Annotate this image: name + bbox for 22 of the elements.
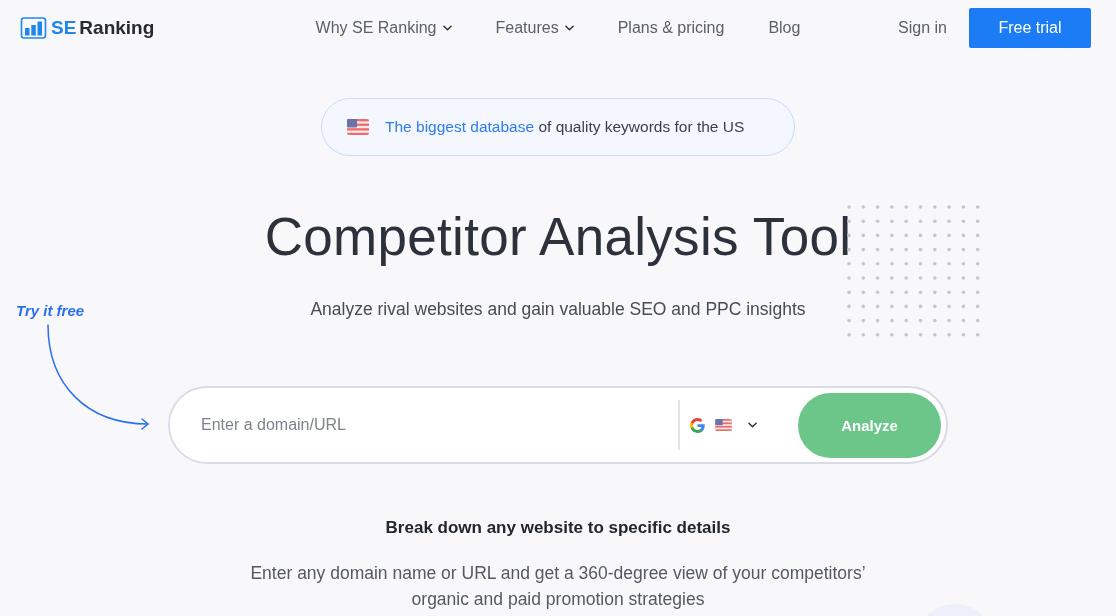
page-title: Competitor Analysis Tool [264, 206, 852, 268]
chevron-down-icon [748, 422, 757, 428]
bar-chart-icon [20, 16, 47, 39]
nav-link[interactable]: Blog [768, 18, 801, 37]
nav-link[interactable]: Plans & pricing [617, 18, 725, 37]
chevron-down-icon [442, 24, 452, 31]
subtitle: Analyze rival websites and gain valuable SEO and PPC insights [310, 298, 806, 321]
nav-link[interactable]: Features [495, 18, 574, 37]
flag-icon [715, 419, 732, 431]
chevron-down-icon [564, 24, 574, 31]
free-trial-button[interactable]: Free trial [969, 8, 1091, 48]
curved-arrow-icon [46, 324, 152, 430]
section-heading: Break down any website to specific details [385, 517, 731, 539]
sign-in-link[interactable]: Sign in [898, 18, 947, 37]
logo[interactable]: SE Ranking [20, 16, 155, 39]
nav-link[interactable]: Why SE Ranking [315, 18, 452, 37]
banner-link[interactable]: The biggest database [385, 118, 535, 135]
g-logo-icon [690, 417, 705, 433]
flag-icon [347, 119, 369, 135]
section-description: Enter any domain name or URL and get a 360-degree view of your competitors’ organic and paid promotion strategies [249, 562, 867, 611]
banner-text: The biggest database of quality keywords for the US [385, 118, 745, 136]
annotation-text: Try it free [16, 302, 85, 319]
